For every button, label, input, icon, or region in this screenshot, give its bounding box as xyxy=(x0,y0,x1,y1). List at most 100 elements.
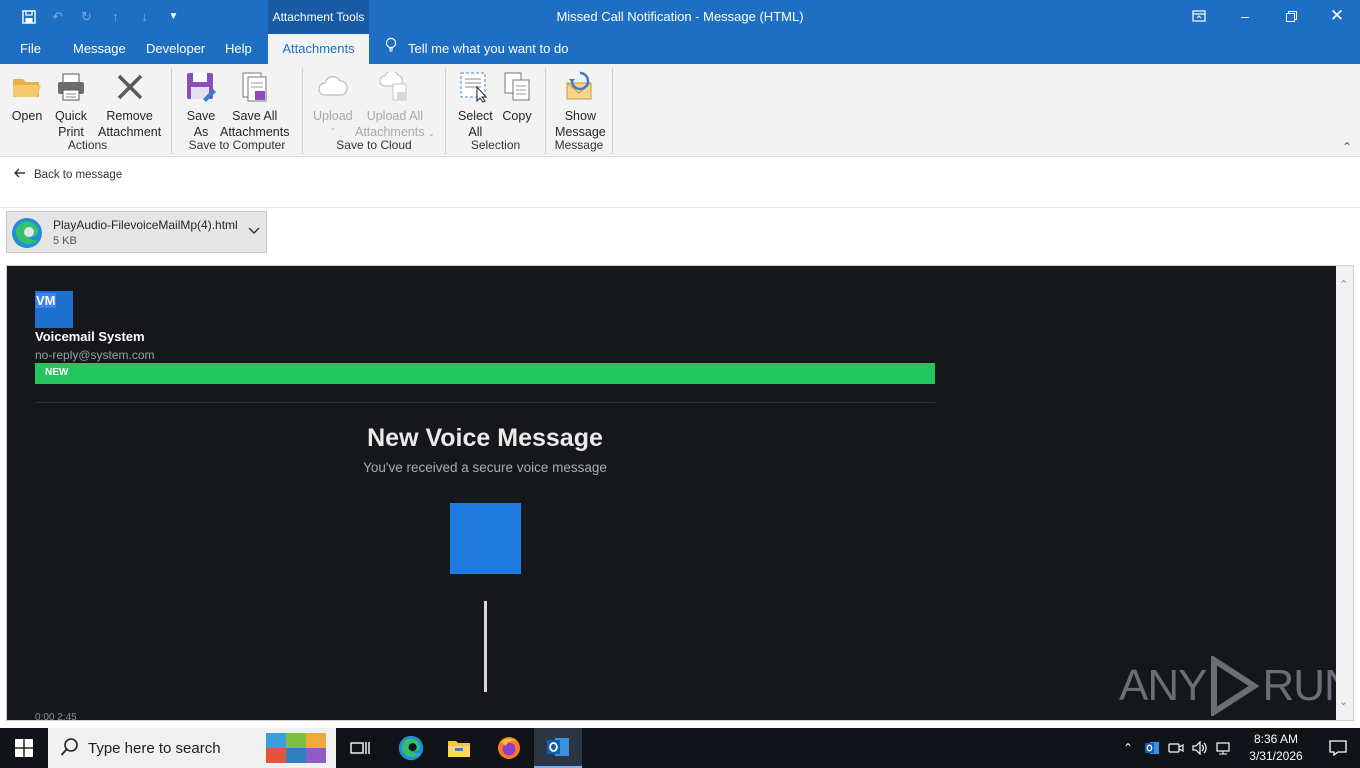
clock[interactable]: 8:36 AM 3/31/2026 xyxy=(1236,731,1316,765)
show-message-button[interactable]: Show Message xyxy=(555,70,606,140)
outlook-icon[interactable] xyxy=(534,728,582,768)
chevron-down-icon[interactable] xyxy=(248,224,260,238)
taskbar-search[interactable]: Type here to search xyxy=(48,728,336,768)
ribbon: Open Quick Print Remove Attachment Actio… xyxy=(0,64,1360,157)
attachment-chip[interactable]: PlayAudio-FilevoiceMailMp(4).html 5 KB xyxy=(6,211,267,253)
search-highlight-icon xyxy=(266,731,328,765)
chevron-up-icon[interactable]: ⌃ xyxy=(1116,728,1140,768)
notification-icon[interactable] xyxy=(1316,728,1360,768)
printer-icon xyxy=(54,70,88,104)
search-placeholder: Type here to search xyxy=(88,740,221,757)
watermark-logo: ANY RUN xyxy=(1119,656,1353,716)
quick-access-toolbar: ↶ ↻ ↑ ↓ ▼ xyxy=(18,6,184,27)
group-message: Show Message Message xyxy=(546,68,613,154)
group-label-save-to-cloud: Save to Cloud xyxy=(336,138,412,152)
edge-taskbar-icon[interactable] xyxy=(387,728,435,768)
copy-button[interactable]: Copy xyxy=(500,70,534,124)
windows-icon xyxy=(15,739,33,757)
status-bar: NEW xyxy=(35,363,935,384)
save-as-button[interactable]: Save As xyxy=(184,70,218,140)
tab-attachments[interactable]: Attachments xyxy=(268,34,369,64)
preview-scrollbar[interactable]: ⌃ ⌄ xyxy=(1336,266,1353,720)
ribbon-display-icon[interactable] xyxy=(1176,0,1222,32)
up-icon[interactable]: ↑ xyxy=(105,6,126,27)
group-actions: Open Quick Print Remove Attachment Actio… xyxy=(4,68,172,154)
group-label-save-to-computer: Save to Computer xyxy=(188,138,286,152)
meet-now-icon[interactable] xyxy=(1164,728,1188,768)
down-icon[interactable]: ↓ xyxy=(134,6,155,27)
attachment-preview: VM Voicemail System no-reply@system.com … xyxy=(6,265,1354,721)
search-icon xyxy=(60,737,80,762)
edge-icon xyxy=(11,217,43,249)
close-icon[interactable]: ✕ xyxy=(1314,0,1360,32)
ribbon-tabs: File Message Developer Help Attachments … xyxy=(0,34,1360,64)
audio-progress-line xyxy=(484,601,487,692)
clock-date: 3/31/2026 xyxy=(1249,749,1303,763)
open-folder-icon xyxy=(10,70,44,104)
tell-me-text: Tell me what you want to do xyxy=(408,41,569,56)
sender-email: no-reply@system.com xyxy=(35,348,155,362)
group-label-message: Message xyxy=(554,138,604,152)
group-label-selection: Selection xyxy=(470,138,521,152)
save-as-icon xyxy=(184,70,218,104)
play-button[interactable] xyxy=(450,503,521,574)
play-triangle-icon xyxy=(1211,656,1260,716)
attachment-size: 5 KB xyxy=(53,235,77,247)
undo-icon[interactable]: ↶ xyxy=(47,6,68,27)
cloud-upload-icon xyxy=(316,70,350,104)
vm-badge: VM xyxy=(35,291,73,328)
audio-duration: 0:00 2:45 xyxy=(35,712,77,721)
tab-developer[interactable]: Developer xyxy=(142,34,209,64)
redo-icon[interactable]: ↻ xyxy=(76,6,97,27)
save-all-attachments-button[interactable]: Save All Attachments xyxy=(220,70,289,140)
group-selection: Select All Copy Selection xyxy=(446,68,546,154)
context-tab-group-label: Attachment Tools xyxy=(268,0,369,34)
cloud-upload-all-icon xyxy=(378,70,412,104)
select-all-button[interactable]: Select All xyxy=(458,70,493,140)
scroll-down-icon[interactable]: ⌄ xyxy=(1339,695,1348,708)
preview-content: VM Voicemail System no-reply@system.com … xyxy=(7,266,1353,721)
tab-help[interactable]: Help xyxy=(221,34,256,64)
attachment-area: PlayAudio-FilevoiceMailMp(4).html 5 KB xyxy=(0,208,1360,264)
select-all-icon xyxy=(458,70,492,104)
volume-icon[interactable] xyxy=(1188,728,1212,768)
back-to-message-link[interactable]: Back to message xyxy=(14,168,122,181)
upload-button[interactable]: Upload ⌄ xyxy=(313,70,353,132)
maximize-icon[interactable] xyxy=(1268,0,1314,32)
message-heading: New Voice Message xyxy=(367,424,603,452)
group-save-to-cloud: Upload ⌄ Upload All Attachments ⌄ Save t… xyxy=(303,68,446,154)
divider xyxy=(35,402,935,403)
start-button[interactable] xyxy=(0,728,48,768)
title-bar: ↶ ↻ ↑ ↓ ▼ Attachment Tools Missed Call N… xyxy=(0,0,1360,34)
save-all-icon xyxy=(238,70,272,104)
collapse-ribbon-icon[interactable]: ⌃ xyxy=(1342,140,1352,154)
tab-file[interactable]: File xyxy=(16,34,45,64)
arrow-left-icon xyxy=(14,168,26,181)
open-button[interactable]: Open xyxy=(10,70,44,124)
remove-attachment-button[interactable]: Remove Attachment xyxy=(98,70,161,140)
taskbar: Type here to search ⌃ 8:36 AM 3/31/2026 xyxy=(0,728,1360,768)
lightbulb-icon xyxy=(384,34,398,64)
minimize-icon[interactable]: – xyxy=(1222,0,1268,32)
scroll-up-icon[interactable]: ⌃ xyxy=(1339,278,1348,291)
show-message-icon xyxy=(563,70,597,104)
file-explorer-icon[interactable] xyxy=(435,728,483,768)
save-icon[interactable] xyxy=(18,6,39,27)
chevron-down-icon: ⌄ xyxy=(329,123,337,132)
firefox-icon[interactable] xyxy=(485,728,533,768)
window-title: Missed Call Notification - Message (HTML… xyxy=(556,9,804,24)
network-icon[interactable] xyxy=(1212,728,1236,768)
quick-print-button[interactable]: Quick Print xyxy=(54,70,88,140)
outlook-tray-icon[interactable] xyxy=(1140,728,1164,768)
message-subheading: You've received a secure voice message xyxy=(363,460,607,475)
remove-x-icon xyxy=(113,70,147,104)
clock-time: 8:36 AM xyxy=(1253,732,1299,746)
group-save-to-computer: Save As Save All Attachments Save to Com… xyxy=(172,68,303,154)
copy-icon xyxy=(500,70,534,104)
tell-me-box[interactable]: Tell me what you want to do xyxy=(384,34,568,64)
tab-message[interactable]: Message xyxy=(69,34,130,64)
upload-all-attachments-button[interactable]: Upload All Attachments ⌄ xyxy=(355,70,435,142)
customize-icon[interactable]: ▼ xyxy=(163,6,184,27)
task-view-icon[interactable] xyxy=(336,728,384,768)
attachment-name: PlayAudio-FilevoiceMailMp(4).html xyxy=(53,218,238,232)
